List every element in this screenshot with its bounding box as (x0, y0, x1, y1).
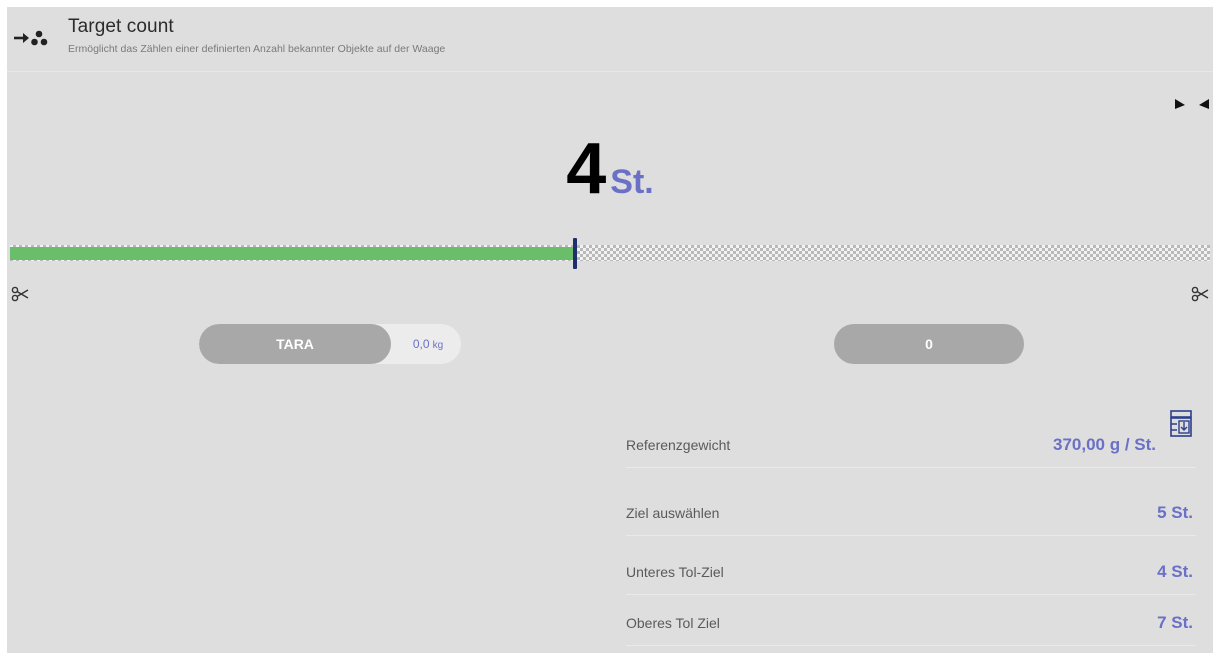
collapse-icon[interactable] (1175, 95, 1209, 109)
reference-weight-icon[interactable] (1169, 410, 1193, 438)
lower-tolerance-row[interactable]: Unteres Tol-Ziel 4 St. (626, 537, 1196, 595)
target-select-value: 5 St. (1157, 503, 1193, 522)
header: Target count Ermöglicht das Zählen einer… (7, 7, 1213, 72)
progress-marker (573, 238, 577, 269)
count-value: 4 (566, 129, 606, 209)
upper-tolerance-value: 7 St. (1157, 613, 1193, 632)
tare-value: 0,0 (412, 337, 430, 351)
progress-fill (10, 247, 574, 260)
lower-tolerance-value: 4 St. (1157, 562, 1193, 581)
lower-tolerance-label: Unteres Tol-Ziel (626, 564, 724, 580)
arrow-to-objects-icon (14, 30, 48, 46)
target-select-label: Ziel auswählen (626, 505, 720, 521)
target-select-row[interactable]: Ziel auswählen 5 St. (626, 482, 1196, 536)
reference-weight-row[interactable]: Referenzgewicht 370,00 g / St. (626, 410, 1196, 468)
upper-tolerance-row[interactable]: Oberes Tol Ziel 7 St. (626, 597, 1196, 646)
scissors-icon (11, 286, 29, 302)
reference-weight-value: 370,00 g / St. (1053, 435, 1156, 454)
page-title: Target count (68, 16, 174, 37)
tare-value-display: 0,0 kg (399, 324, 457, 364)
tare-unit: kg (432, 340, 444, 351)
scissors-icon (1191, 286, 1209, 302)
tare-button[interactable]: TARA (199, 324, 391, 364)
upper-tolerance-label: Oberes Tol Ziel (626, 615, 720, 631)
zero-button[interactable]: 0 (834, 324, 1024, 364)
count-unit: St. (610, 163, 654, 201)
reference-weight-label: Referenzgewicht (626, 437, 731, 453)
page-subtitle: Ermöglicht das Zählen einer definierten … (68, 43, 446, 55)
count-display: 4 St. (7, 133, 1213, 205)
tare-control: TARA 0,0 kg (199, 324, 461, 364)
app-panel: Target count Ermöglicht das Zählen einer… (7, 7, 1213, 653)
